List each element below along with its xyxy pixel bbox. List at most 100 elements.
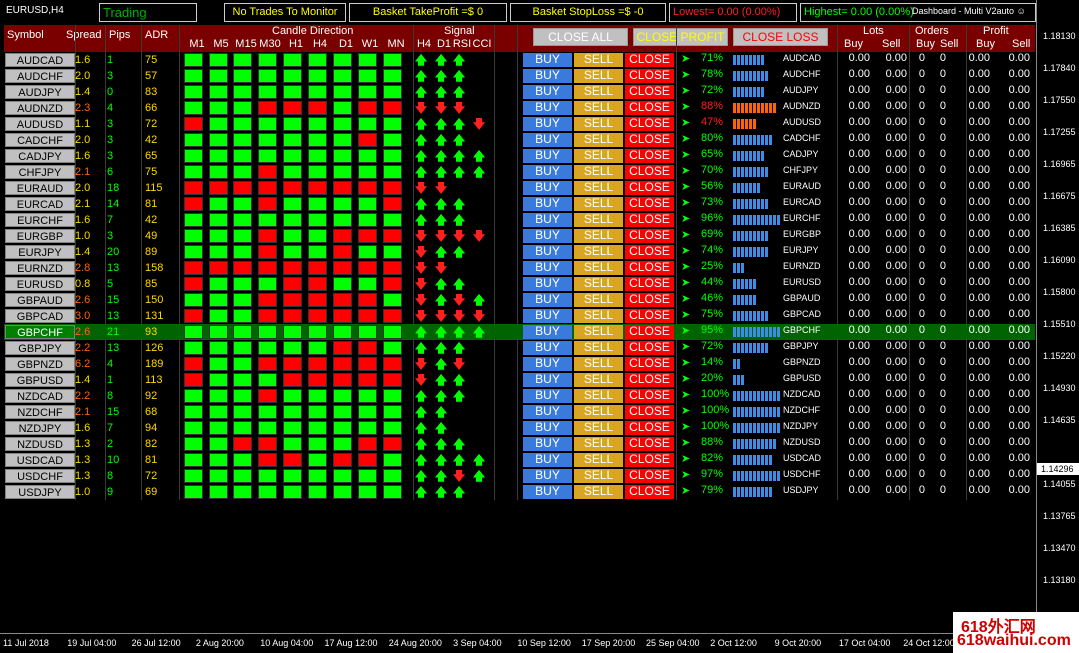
sell-button[interactable]: SELL xyxy=(574,229,623,243)
symbol-button[interactable]: GBPUSD xyxy=(5,373,75,387)
sell-button[interactable]: SELL xyxy=(574,485,623,499)
close-button[interactable]: CLOSE xyxy=(625,53,674,67)
buy-button[interactable]: BUY xyxy=(523,149,572,163)
close-profit-button[interactable]: CLOSE PROFIT xyxy=(633,28,728,46)
sell-button[interactable]: SELL xyxy=(574,245,623,259)
sell-button[interactable]: SELL xyxy=(574,405,623,419)
sell-button[interactable]: SELL xyxy=(574,133,623,147)
sell-button[interactable]: SELL xyxy=(574,197,623,211)
close-button[interactable]: CLOSE xyxy=(625,165,674,179)
sell-button[interactable]: SELL xyxy=(574,213,623,227)
symbol-button[interactable]: CHFJPY xyxy=(5,165,75,179)
buy-button[interactable]: BUY xyxy=(523,85,572,99)
sell-button[interactable]: SELL xyxy=(574,277,623,291)
buy-button[interactable]: BUY xyxy=(523,325,572,339)
symbol-button[interactable]: AUDCHF xyxy=(5,69,75,83)
close-button[interactable]: CLOSE xyxy=(625,69,674,83)
sell-button[interactable]: SELL xyxy=(574,437,623,451)
close-all-button[interactable]: CLOSE ALL xyxy=(533,28,628,46)
close-button[interactable]: CLOSE xyxy=(625,485,674,499)
close-button[interactable]: CLOSE xyxy=(625,469,674,483)
symbol-button[interactable]: CADJPY xyxy=(5,149,75,163)
symbol-button[interactable]: EURUSD xyxy=(5,277,75,291)
buy-button[interactable]: BUY xyxy=(523,245,572,259)
symbol-button[interactable]: AUDNZD xyxy=(5,101,75,115)
close-button[interactable]: CLOSE xyxy=(625,149,674,163)
close-button[interactable]: CLOSE xyxy=(625,325,674,339)
buy-button[interactable]: BUY xyxy=(523,277,572,291)
sell-button[interactable]: SELL xyxy=(574,53,623,67)
close-button[interactable]: CLOSE xyxy=(625,437,674,451)
symbol-button[interactable]: NZDCHF xyxy=(5,405,75,419)
close-button[interactable]: CLOSE xyxy=(625,229,674,243)
buy-button[interactable]: BUY xyxy=(523,373,572,387)
symbol-button[interactable]: EURAUD xyxy=(5,181,75,195)
close-button[interactable]: CLOSE xyxy=(625,117,674,131)
sell-button[interactable]: SELL xyxy=(574,165,623,179)
buy-button[interactable]: BUY xyxy=(523,341,572,355)
close-button[interactable]: CLOSE xyxy=(625,277,674,291)
symbol-button[interactable]: NZDCAD xyxy=(5,389,75,403)
close-button[interactable]: CLOSE xyxy=(625,309,674,323)
close-button[interactable]: CLOSE xyxy=(625,181,674,195)
close-button[interactable]: CLOSE xyxy=(625,261,674,275)
sell-button[interactable]: SELL xyxy=(574,373,623,387)
sell-button[interactable]: SELL xyxy=(574,453,623,467)
sell-button[interactable]: SELL xyxy=(574,421,623,435)
sell-button[interactable]: SELL xyxy=(574,293,623,307)
close-button[interactable]: CLOSE xyxy=(625,245,674,259)
close-button[interactable]: CLOSE xyxy=(625,213,674,227)
buy-button[interactable]: BUY xyxy=(523,293,572,307)
close-button[interactable]: CLOSE xyxy=(625,421,674,435)
buy-button[interactable]: BUY xyxy=(523,69,572,83)
buy-button[interactable]: BUY xyxy=(523,389,572,403)
symbol-button[interactable]: EURJPY xyxy=(5,245,75,259)
close-button[interactable]: CLOSE xyxy=(625,357,674,371)
symbol-button[interactable]: EURCAD xyxy=(5,197,75,211)
close-button[interactable]: CLOSE xyxy=(625,85,674,99)
symbol-button[interactable]: USDCHF xyxy=(5,469,75,483)
sell-button[interactable]: SELL xyxy=(574,149,623,163)
symbol-button[interactable]: GBPCHF xyxy=(5,325,75,339)
buy-button[interactable]: BUY xyxy=(523,101,572,115)
symbol-button[interactable]: GBPCAD xyxy=(5,309,75,323)
sell-button[interactable]: SELL xyxy=(574,85,623,99)
buy-button[interactable]: BUY xyxy=(523,485,572,499)
buy-button[interactable]: BUY xyxy=(523,453,572,467)
close-button[interactable]: CLOSE xyxy=(625,341,674,355)
symbol-button[interactable]: USDCAD xyxy=(5,453,75,467)
buy-button[interactable]: BUY xyxy=(523,165,572,179)
symbol-button[interactable]: CADCHF xyxy=(5,133,75,147)
symbol-button[interactable]: USDJPY xyxy=(5,485,75,499)
sell-button[interactable]: SELL xyxy=(574,101,623,115)
buy-button[interactable]: BUY xyxy=(523,261,572,275)
buy-button[interactable]: BUY xyxy=(523,181,572,195)
close-button[interactable]: CLOSE xyxy=(625,373,674,387)
close-button[interactable]: CLOSE xyxy=(625,197,674,211)
symbol-button[interactable]: NZDJPY xyxy=(5,421,75,435)
symbol-button[interactable]: EURCHF xyxy=(5,213,75,227)
close-loss-button[interactable]: CLOSE LOSS xyxy=(733,28,828,46)
buy-button[interactable]: BUY xyxy=(523,213,572,227)
sell-button[interactable]: SELL xyxy=(574,309,623,323)
buy-button[interactable]: BUY xyxy=(523,405,572,419)
symbol-button[interactable]: AUDUSD xyxy=(5,117,75,131)
buy-button[interactable]: BUY xyxy=(523,229,572,243)
symbol-button[interactable]: GBPJPY xyxy=(5,341,75,355)
close-button[interactable]: CLOSE xyxy=(625,101,674,115)
symbol-button[interactable]: EURGBP xyxy=(5,229,75,243)
buy-button[interactable]: BUY xyxy=(523,309,572,323)
buy-button[interactable]: BUY xyxy=(523,117,572,131)
symbol-button[interactable]: GBPNZD xyxy=(5,357,75,371)
close-button[interactable]: CLOSE xyxy=(625,389,674,403)
close-button[interactable]: CLOSE xyxy=(625,405,674,419)
symbol-button[interactable]: AUDJPY xyxy=(5,85,75,99)
buy-button[interactable]: BUY xyxy=(523,133,572,147)
symbol-button[interactable]: NZDUSD xyxy=(5,437,75,451)
buy-button[interactable]: BUY xyxy=(523,437,572,451)
buy-button[interactable]: BUY xyxy=(523,357,572,371)
buy-button[interactable]: BUY xyxy=(523,53,572,67)
symbol-button[interactable]: EURNZD xyxy=(5,261,75,275)
symbol-button[interactable]: GBPAUD xyxy=(5,293,75,307)
sell-button[interactable]: SELL xyxy=(574,357,623,371)
